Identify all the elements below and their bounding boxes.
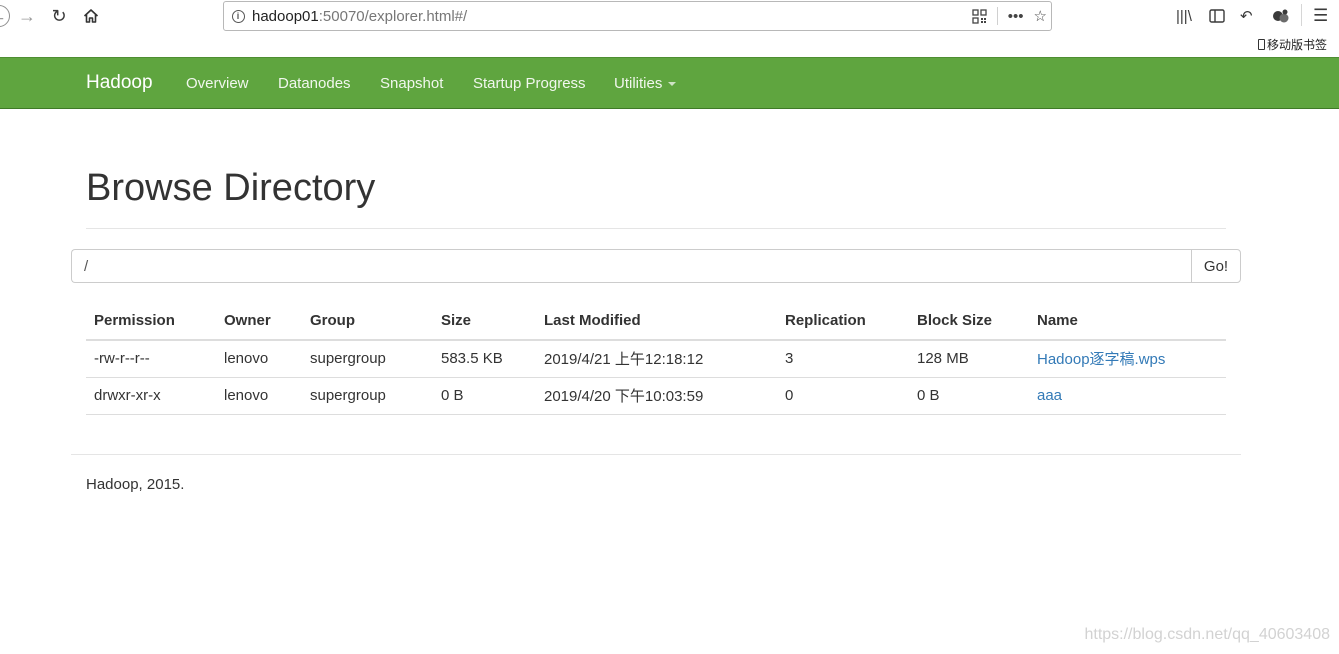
header-size[interactable]: Size <box>433 302 536 341</box>
cell-last-modified: 2019/4/20 下午10:03:59 <box>536 377 777 415</box>
back-button[interactable]: ← <box>0 5 10 27</box>
url-text[interactable]: hadoop01:50070/explorer.html#/ <box>252 8 467 25</box>
bookmark-star-icon[interactable]: ☆ <box>1034 7 1047 25</box>
file-link[interactable]: Hadoop逐字稿.wps <box>1037 351 1165 368</box>
file-listing-table: Permission Owner Group Size Last Modifie… <box>86 302 1226 415</box>
info-icon: i <box>231 9 245 23</box>
cell-name: Hadoop逐字稿.wps <box>1029 340 1226 378</box>
table-row: drwxr-xr-x lenovo supergroup 0 B 2019/4/… <box>86 377 1226 415</box>
footer-divider <box>71 454 1241 455</box>
nav-snapshot[interactable]: Snapshot <box>380 75 443 92</box>
url-actions-separator <box>996 7 998 25</box>
home-button[interactable] <box>78 3 104 29</box>
nav-utilities-label: Utilities <box>614 75 663 92</box>
cell-size: 0 B <box>433 377 536 415</box>
title-divider <box>86 228 1226 229</box>
mobile-bookmarks-label: 移动版书签 <box>1266 38 1327 52</box>
cell-name: aaa <box>1029 377 1226 415</box>
extension-button[interactable] <box>1272 4 1290 28</box>
watermark: https://blog.csdn.net/qq_40603408 <box>1084 626 1330 643</box>
menu-button[interactable]: ☰ <box>1313 4 1328 28</box>
nav-utilities-dropdown[interactable]: Utilities <box>614 75 677 92</box>
library-icon: |||\ <box>1176 7 1192 25</box>
directory-path-group: Go! <box>71 249 1241 283</box>
table-header-row: Permission Owner Group Size Last Modifie… <box>86 302 1226 341</box>
hamburger-menu-icon: ☰ <box>1313 6 1329 25</box>
url-host: hadoop01 <box>252 7 319 25</box>
url-path: :50070/explorer.html#/ <box>318 7 468 25</box>
header-owner[interactable]: Owner <box>216 302 302 341</box>
address-bar[interactable]: i hadoop01:50070/explorer.html#/ ••• ☆ <box>223 1 1052 31</box>
page-actions-icon[interactable]: ••• <box>1008 8 1024 25</box>
reload-button[interactable]: ↻ <box>46 3 72 29</box>
cell-replication: 0 <box>777 377 909 415</box>
browser-toolbar: ← → ↻ i hadoop01:50070/explorer.html#/ •… <box>0 0 1339 57</box>
header-replication[interactable]: Replication <box>777 302 909 341</box>
directory-path-input[interactable] <box>71 249 1191 283</box>
header-permission[interactable]: Permission <box>86 302 216 341</box>
caret-down-icon <box>668 82 677 87</box>
cell-last-modified: 2019/4/21 上午12:18:12 <box>536 340 777 378</box>
nav-datanodes[interactable]: Datanodes <box>278 75 351 92</box>
header-name[interactable]: Name <box>1029 302 1226 341</box>
nav-startup-progress[interactable]: Startup Progress <box>473 75 586 92</box>
qr-code-icon[interactable] <box>972 8 987 24</box>
cell-permission: -rw-r--r-- <box>86 340 216 378</box>
cell-block-size: 128 MB <box>909 340 1029 378</box>
back-arrow-icon: ← <box>0 9 6 24</box>
cell-permission: drwxr-xr-x <box>86 377 216 415</box>
header-last-modified[interactable]: Last Modified <box>536 302 777 341</box>
footer-text: Hadoop, 2015. <box>86 476 185 493</box>
hadoop-navbar: Hadoop Overview Datanodes Snapshot Start… <box>0 57 1339 109</box>
undo-arrow-icon: ↶ <box>1240 8 1253 25</box>
cell-group: supergroup <box>302 377 433 415</box>
site-info-button[interactable]: i <box>224 9 252 23</box>
library-button[interactable]: |||\ <box>1176 4 1192 28</box>
sidebar-button[interactable] <box>1209 4 1225 28</box>
page-title: Browse Directory <box>86 167 376 209</box>
cell-owner: lenovo <box>216 377 302 415</box>
reload-icon: ↻ <box>51 5 67 26</box>
sidebar-icon <box>1209 9 1225 23</box>
url-actions: ••• ☆ <box>972 4 1047 28</box>
cell-group: supergroup <box>302 340 433 378</box>
forward-button[interactable]: → <box>14 3 40 29</box>
directory-link[interactable]: aaa <box>1037 387 1062 404</box>
table-row: -rw-r--r-- lenovo supergroup 583.5 KB 20… <box>86 340 1226 378</box>
forward-arrow-icon: → <box>18 5 36 26</box>
go-button[interactable]: Go! <box>1191 249 1241 283</box>
nav-overview[interactable]: Overview <box>186 75 249 92</box>
cell-owner: lenovo <box>216 340 302 378</box>
cell-replication: 3 <box>777 340 909 378</box>
cell-block-size: 0 B <box>909 377 1029 415</box>
navbar-brand[interactable]: Hadoop <box>86 72 153 94</box>
undo-close-button[interactable]: ↶ <box>1240 4 1253 28</box>
home-icon <box>83 9 99 23</box>
header-group[interactable]: Group <box>302 302 433 341</box>
extension-icon <box>1273 9 1289 23</box>
cell-size: 583.5 KB <box>433 340 536 378</box>
mobile-bookmarks[interactable]: 移动版书签 <box>1257 36 1327 53</box>
header-block-size[interactable]: Block Size <box>909 302 1029 341</box>
phone-icon <box>1257 39 1265 50</box>
toolbar-separator <box>1301 4 1302 26</box>
